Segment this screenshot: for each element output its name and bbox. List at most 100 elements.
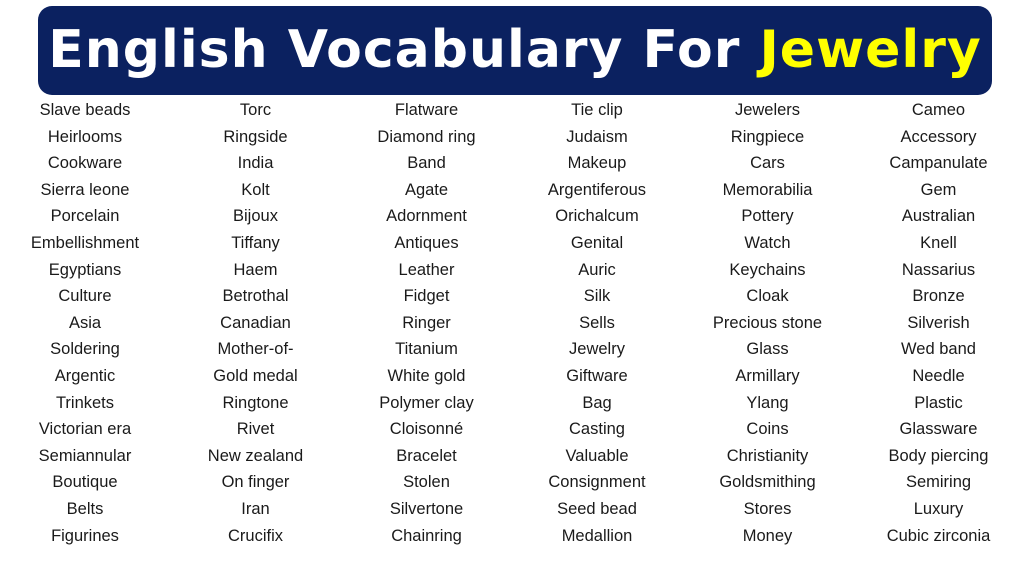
word-column-1: Slave beads Heirlooms Cookware Sierra leone… xyxy=(0,97,170,549)
vocabulary-word: Cookware xyxy=(47,154,123,173)
vocabulary-word: Ringside xyxy=(223,127,288,146)
vocabulary-word: Cubic zirconia xyxy=(886,526,991,545)
vocabulary-word: Polymer clay xyxy=(379,393,474,412)
vocabulary-word: Kolt xyxy=(241,180,270,199)
vocabulary-word: Tiffany xyxy=(231,233,280,252)
vocabulary-word: Iran xyxy=(241,499,270,518)
vocabulary-word: Canadian xyxy=(220,313,291,332)
vocabulary-word: Egyptians xyxy=(48,260,122,279)
vocabulary-word: Porcelain xyxy=(50,207,120,226)
vocabulary-word: Band xyxy=(407,154,446,173)
vocabulary-word: Australian xyxy=(901,207,976,226)
vocabulary-word: Mother-of- xyxy=(217,340,294,359)
vocabulary-word: Ylang xyxy=(746,393,789,412)
vocabulary-word: New zealand xyxy=(207,446,304,465)
vocabulary-word: Cloisonné xyxy=(389,420,464,439)
vocabulary-word: Victorian era xyxy=(38,420,132,439)
vocabulary-word: Knell xyxy=(920,233,957,252)
vocabulary-word: Valuable xyxy=(565,446,629,465)
page-title: English Vocabulary For Jewelry xyxy=(48,20,982,80)
word-column-5: Jewelers Ringpiece Cars Memorabilia Pottery W… xyxy=(682,97,853,549)
vocabulary-word: Orichalcum xyxy=(555,207,639,226)
vocabulary-word: Auric xyxy=(578,260,616,279)
vocabulary-word: Precious stone xyxy=(712,313,823,332)
vocabulary-word: Semiring xyxy=(905,473,972,492)
vocabulary-word: Accessory xyxy=(900,127,977,146)
word-column-3: Flatware Diamond ring Band Agate Adornment An… xyxy=(341,97,512,549)
vocabulary-word: Bag xyxy=(582,393,612,412)
vocabulary-word: Jewelry xyxy=(569,340,625,359)
vocabulary-word: Embellishment xyxy=(30,233,140,252)
vocabulary-word: Cameo xyxy=(911,101,966,119)
vocabulary-word: Casting xyxy=(569,420,625,439)
vocabulary-word: Needle xyxy=(912,366,965,385)
vocabulary-word: Antiques xyxy=(394,233,459,252)
vocabulary-word: Betrothal xyxy=(222,287,289,306)
vocabulary-word: Culture xyxy=(58,287,112,306)
vocabulary-word: Gold medal xyxy=(213,366,298,385)
vocabulary-word: Silk xyxy=(583,287,611,306)
vocabulary-word: Coins xyxy=(746,420,789,439)
vocabulary-word: Asia xyxy=(68,313,102,332)
vocabulary-word: Titanium xyxy=(395,340,458,359)
word-column-6: Cameo Accessory Campanulate Gem Australian Kn… xyxy=(853,97,1024,549)
vocabulary-word: Tie clip xyxy=(571,101,623,119)
vocabulary-word: Ringpiece xyxy=(730,127,805,146)
vocabulary-word: Luxury xyxy=(913,499,964,518)
vocabulary-word: Stores xyxy=(743,499,792,518)
vocabulary-word: Watch xyxy=(744,233,791,252)
vocabulary-word: Bracelet xyxy=(396,446,457,465)
vocabulary-word: Adornment xyxy=(386,207,467,226)
vocabulary-word: Heirlooms xyxy=(47,127,123,146)
vocabulary-word: Leather xyxy=(398,260,455,279)
vocabulary-word: Pottery xyxy=(741,207,794,226)
vocabulary-word: Stolen xyxy=(403,473,450,492)
vocabulary-word: Crucifix xyxy=(227,526,283,545)
vocabulary-word: Medallion xyxy=(561,526,633,545)
vocabulary-word: Flatware xyxy=(394,101,459,119)
vocabulary-word: Wed band xyxy=(901,340,976,359)
vocabulary-word: Makeup xyxy=(567,154,627,173)
vocabulary-word: Silvertone xyxy=(389,499,464,518)
vocabulary-word: Boutique xyxy=(52,473,118,492)
vocabulary-word: Chainring xyxy=(391,526,462,545)
vocabulary-word: Campanulate xyxy=(889,154,988,173)
vocabulary-word: Gem xyxy=(920,180,957,199)
vocabulary-word: India xyxy=(237,154,274,173)
vocabulary-word: Christianity xyxy=(726,446,809,465)
vocabulary-word: Sierra leone xyxy=(40,180,130,199)
vocabulary-word: Fidget xyxy=(403,287,450,306)
vocabulary-word: Belts xyxy=(66,499,104,518)
word-column-4: Tie clip Judaism Makeup Argentiferous Oricha… xyxy=(512,97,682,549)
vocabulary-word: Consignment xyxy=(548,473,646,492)
vocabulary-word: Giftware xyxy=(566,366,628,385)
vocabulary-word: Trinkets xyxy=(55,393,115,412)
vocabulary-word: On finger xyxy=(221,473,290,492)
vocabulary-word: Haem xyxy=(233,260,278,279)
vocabulary-word: Ringer xyxy=(402,313,451,332)
vocabulary-word: Rivet xyxy=(236,420,275,439)
vocabulary-word: Cloak xyxy=(746,287,789,306)
vocabulary-word: Plastic xyxy=(914,393,963,412)
vocabulary-word: Semiannular xyxy=(38,446,132,465)
vocabulary-word: White gold xyxy=(387,366,466,385)
vocabulary-word: Memorabilia xyxy=(722,180,813,199)
vocabulary-word: Agate xyxy=(404,180,449,199)
vocabulary-word: Argentic xyxy=(54,366,116,385)
vocabulary-word: Cars xyxy=(750,154,785,173)
title-banner: English Vocabulary For Jewelry xyxy=(38,6,992,95)
vocabulary-word: Figurines xyxy=(51,526,119,545)
vocabulary-word: Slave beads xyxy=(39,101,131,119)
vocabulary-word: Bronze xyxy=(912,287,965,306)
vocabulary-word: Jewelers xyxy=(734,101,801,119)
vocabulary-word: Torc xyxy=(239,101,272,119)
vocabulary-word: Money xyxy=(742,526,793,545)
vocabulary-word: Glass xyxy=(746,340,789,359)
vocabulary-word: Armillary xyxy=(735,366,800,385)
vocabulary-word: Silverish xyxy=(907,313,970,332)
vocabulary-word: Body piercing xyxy=(888,446,989,465)
vocabulary-word: Ringtone xyxy=(222,393,289,412)
vocabulary-word: Goldsmithing xyxy=(719,473,816,492)
vocabulary-word: Diamond ring xyxy=(377,127,476,146)
vocabulary-word: Judaism xyxy=(566,127,628,146)
